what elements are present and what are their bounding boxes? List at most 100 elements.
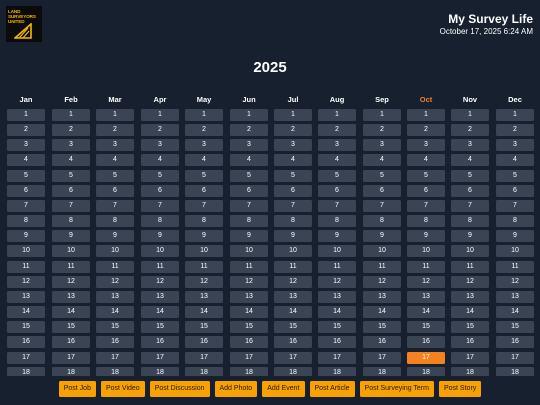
day-cell[interactable]: 4 — [274, 154, 312, 167]
day-cell[interactable]: 15 — [363, 321, 401, 334]
day-cell[interactable]: 4 — [407, 154, 445, 167]
day-cell[interactable]: 7 — [407, 199, 445, 212]
day-cell[interactable]: 12 — [7, 275, 45, 288]
day-cell[interactable]: 12 — [141, 275, 179, 288]
day-cell[interactable]: 2 — [185, 124, 223, 137]
day-cell[interactable]: 2 — [96, 124, 134, 137]
day-cell[interactable]: 5 — [230, 169, 268, 182]
day-cell[interactable]: 14 — [230, 306, 268, 319]
day-cell[interactable]: 4 — [363, 154, 401, 167]
day-cell[interactable]: 13 — [141, 290, 179, 303]
day-cell[interactable]: 12 — [185, 275, 223, 288]
day-cell[interactable]: 13 — [185, 290, 223, 303]
day-cell[interactable]: 2 — [318, 124, 356, 137]
day-cell[interactable]: 6 — [7, 184, 45, 197]
day-cell[interactable]: 18 — [318, 366, 356, 376]
day-cell[interactable]: 5 — [52, 169, 90, 182]
day-cell[interactable]: 8 — [52, 215, 90, 228]
day-cell[interactable]: 9 — [318, 230, 356, 243]
day-cell[interactable]: 1 — [230, 109, 268, 121]
day-cell[interactable]: 13 — [318, 290, 356, 303]
day-cell[interactable]: 6 — [363, 184, 401, 197]
day-cell[interactable]: 18 — [52, 366, 90, 376]
day-cell[interactable]: 8 — [318, 215, 356, 228]
day-cell[interactable]: 13 — [407, 290, 445, 303]
day-cell[interactable]: 17 — [230, 351, 268, 364]
day-cell[interactable]: 13 — [451, 290, 489, 303]
day-cell[interactable]: 5 — [496, 169, 534, 182]
day-cell[interactable]: 10 — [318, 245, 356, 258]
day-cell[interactable]: 18 — [407, 366, 445, 376]
day-cell[interactable]: 18 — [141, 366, 179, 376]
day-cell[interactable]: 1 — [141, 109, 179, 121]
day-cell[interactable]: 15 — [7, 321, 45, 334]
day-cell[interactable]: 2 — [451, 124, 489, 137]
day-cell[interactable]: 16 — [96, 336, 134, 349]
day-cell[interactable]: 2 — [141, 124, 179, 137]
day-cell[interactable]: 3 — [230, 139, 268, 152]
day-cell[interactable]: 8 — [230, 215, 268, 228]
day-cell[interactable]: 10 — [230, 245, 268, 258]
day-cell[interactable]: 17 — [52, 351, 90, 364]
day-cell[interactable]: 4 — [7, 154, 45, 167]
day-cell[interactable]: 11 — [496, 260, 534, 273]
add-event-button[interactable]: Add Event — [262, 381, 305, 397]
day-cell[interactable]: 16 — [52, 336, 90, 349]
day-cell[interactable]: 3 — [52, 139, 90, 152]
day-cell[interactable]: 11 — [96, 260, 134, 273]
day-cell[interactable]: 17 — [185, 351, 223, 364]
day-cell[interactable]: 14 — [96, 306, 134, 319]
day-cell[interactable]: 1 — [96, 109, 134, 121]
day-cell[interactable]: 14 — [274, 306, 312, 319]
day-cell[interactable]: 1 — [363, 109, 401, 121]
day-cell[interactable]: 3 — [407, 139, 445, 152]
day-cell[interactable]: 11 — [274, 260, 312, 273]
day-cell[interactable]: 7 — [141, 199, 179, 212]
day-cell[interactable]: 14 — [141, 306, 179, 319]
day-cell[interactable]: 15 — [230, 321, 268, 334]
day-cell[interactable]: 16 — [451, 336, 489, 349]
day-cell[interactable]: 8 — [451, 215, 489, 228]
day-cell[interactable]: 16 — [230, 336, 268, 349]
day-cell[interactable]: 5 — [407, 169, 445, 182]
day-cell[interactable]: 18 — [274, 366, 312, 376]
day-cell[interactable]: 8 — [141, 215, 179, 228]
day-cell[interactable]: 11 — [363, 260, 401, 273]
day-cell[interactable]: 6 — [496, 184, 534, 197]
day-cell[interactable]: 16 — [363, 336, 401, 349]
day-cell[interactable]: 18 — [363, 366, 401, 376]
day-cell[interactable]: 9 — [7, 230, 45, 243]
day-cell[interactable]: 6 — [185, 184, 223, 197]
day-cell[interactable]: 18 — [496, 366, 534, 376]
day-cell[interactable]: 9 — [407, 230, 445, 243]
day-cell[interactable]: 1 — [185, 109, 223, 121]
day-cell[interactable]: 11 — [407, 260, 445, 273]
day-cell[interactable]: 6 — [407, 184, 445, 197]
day-cell[interactable]: 14 — [451, 306, 489, 319]
day-cell[interactable]: 9 — [185, 230, 223, 243]
day-cell[interactable]: 14 — [7, 306, 45, 319]
day-cell[interactable]: 8 — [185, 215, 223, 228]
day-cell[interactable]: 9 — [496, 230, 534, 243]
day-cell[interactable]: 10 — [185, 245, 223, 258]
day-cell[interactable]: 16 — [7, 336, 45, 349]
day-cell[interactable]: 12 — [230, 275, 268, 288]
day-cell[interactable]: 2 — [274, 124, 312, 137]
day-cell[interactable]: 13 — [496, 290, 534, 303]
day-cell[interactable]: 16 — [407, 336, 445, 349]
day-cell[interactable]: 6 — [141, 184, 179, 197]
day-cell[interactable]: 7 — [496, 199, 534, 212]
day-cell[interactable]: 5 — [185, 169, 223, 182]
day-cell[interactable]: 9 — [141, 230, 179, 243]
day-cell[interactable]: 1 — [496, 109, 534, 121]
day-cell[interactable]: 13 — [96, 290, 134, 303]
day-cell[interactable]: 8 — [496, 215, 534, 228]
day-cell[interactable]: 2 — [407, 124, 445, 137]
day-cell[interactable]: 4 — [96, 154, 134, 167]
day-cell[interactable]: 3 — [451, 139, 489, 152]
day-cell[interactable]: 17 — [274, 351, 312, 364]
day-cell[interactable]: 10 — [274, 245, 312, 258]
day-cell[interactable]: 10 — [451, 245, 489, 258]
day-cell[interactable]: 13 — [230, 290, 268, 303]
day-cell[interactable]: 2 — [230, 124, 268, 137]
